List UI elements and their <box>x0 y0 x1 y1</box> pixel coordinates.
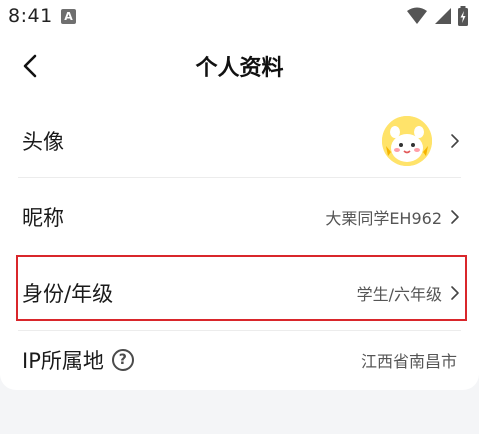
ip-location-label: IP所属地 ? <box>22 345 134 375</box>
identity-grade-value: 学生/六年级 <box>356 285 442 304</box>
nickname-row[interactable]: 昵称 大栗同学EH962 <box>0 178 479 256</box>
chevron-right-icon <box>450 133 460 149</box>
identity-grade-label: 身份/年级 <box>22 282 114 306</box>
ip-location-value: 江西省南昌市 <box>360 352 457 371</box>
status-time: 8:41 <box>8 5 53 27</box>
signal-icon <box>433 7 451 29</box>
page-title: 个人资料 <box>195 56 284 81</box>
battery-icon <box>457 6 469 30</box>
status-bar: 8:41 A <box>0 0 479 34</box>
ip-location-row: IP所属地 ? 江西省南昌市 <box>0 330 479 390</box>
nickname-value: 大栗同学EH962 <box>325 209 442 228</box>
chevron-right-icon <box>450 209 460 225</box>
avatar-row[interactable]: 头像 <box>0 104 479 178</box>
app-header: 个人资料 <box>0 34 479 104</box>
avatar-label: 头像 <box>22 130 64 154</box>
chevron-right-icon <box>450 285 460 301</box>
identity-grade-row[interactable]: 身份/年级 学生/六年级 <box>0 256 479 330</box>
avatar[interactable] <box>382 116 432 166</box>
profile-card: 头像 昵称 大栗同学EH962 身份/年级 学生/六年级 IP所属地 ? 江西省… <box>0 104 479 390</box>
notification-badge: A <box>61 9 76 24</box>
nickname-label: 昵称 <box>22 206 64 230</box>
ip-location-label-text: IP所属地 <box>22 349 104 373</box>
wifi-icon <box>407 7 427 29</box>
question-mark-icon[interactable]: ? <box>111 349 134 371</box>
